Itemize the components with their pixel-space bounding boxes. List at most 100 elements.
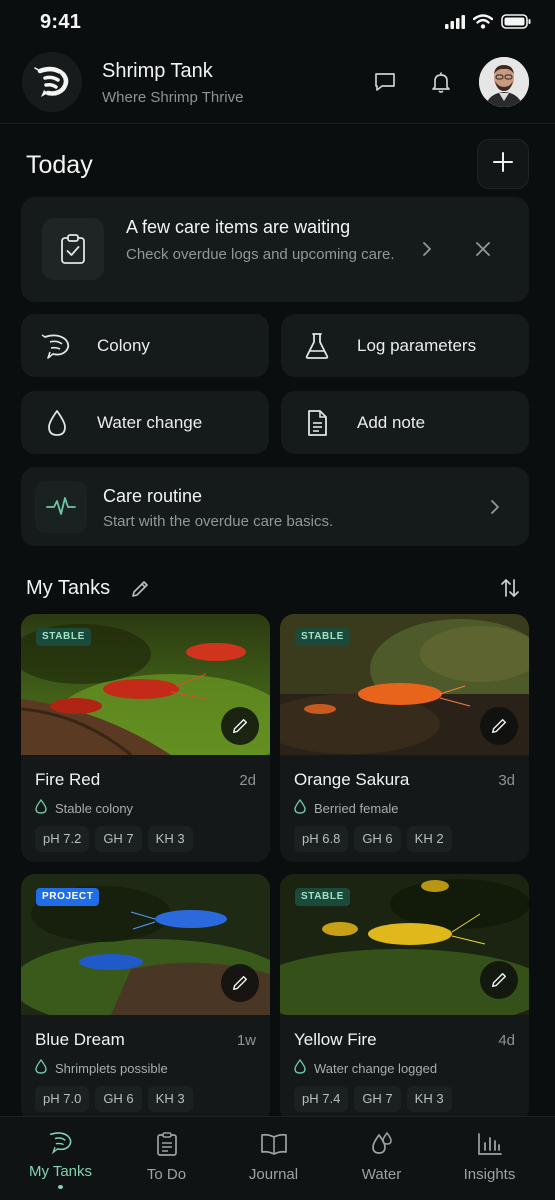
- tank-card-yellow-fire[interactable]: STABLE Yellow Fire 4d Water change logge…: [280, 874, 529, 1122]
- action-label: Add note: [357, 413, 426, 432]
- clipboard-icon: [152, 1129, 182, 1159]
- action-label: Log parameters: [357, 336, 477, 355]
- book-icon: [259, 1129, 289, 1159]
- add-button[interactable]: [477, 139, 529, 189]
- action-add-note[interactable]: Add note: [281, 391, 529, 454]
- app-screen: 9:41 Shrimp Tank Where Shrimp Thrive Tod…: [0, 0, 555, 1200]
- nav-label: Journal: [248, 1166, 299, 1183]
- pencil-icon[interactable]: [480, 961, 518, 999]
- today-title: Today: [26, 151, 93, 179]
- tank-status: Berried female: [294, 798, 399, 817]
- tank-photo: PROJECT: [21, 874, 270, 1015]
- param-chip: GH 7: [354, 1086, 401, 1112]
- chevron-right-icon[interactable]: [417, 237, 437, 261]
- app-header: Shrimp Tank Where Shrimp Thrive: [0, 50, 555, 124]
- tank-name: Yellow Fire: [294, 1030, 377, 1049]
- tank-name: Orange Sakura: [294, 770, 410, 789]
- care-routine-card[interactable]: Care routine Start with the overdue care…: [21, 467, 529, 546]
- param-chip: pH 7.0: [35, 1086, 90, 1112]
- app-subtitle: Where Shrimp Thrive: [102, 89, 244, 106]
- plus-icon: [492, 151, 514, 178]
- bar-chart-icon: [475, 1129, 505, 1159]
- tank-photo: STABLE: [280, 874, 529, 1015]
- tank-status-text: Berried female: [314, 800, 399, 816]
- status-time: 9:41: [40, 11, 82, 33]
- tank-age: 1w: [236, 1032, 256, 1049]
- param-chip: GH 7: [95, 826, 142, 852]
- tank-photo: STABLE: [280, 614, 529, 755]
- tank-status: Stable colony: [35, 798, 134, 817]
- action-colony[interactable]: Colony: [21, 314, 269, 377]
- param-chip: KH 3: [147, 826, 193, 852]
- routine-title: Care routine: [103, 486, 203, 506]
- tank-status-text: Water change logged: [314, 1060, 438, 1076]
- bell-icon[interactable]: [425, 66, 457, 98]
- droplets-icon: [367, 1129, 397, 1159]
- tank-photo: STABLE: [21, 614, 270, 755]
- tank-params: pH 6.8 GH 6 KH 2: [294, 826, 452, 852]
- close-icon[interactable]: [471, 237, 495, 261]
- status-badge: STABLE: [36, 628, 91, 646]
- pencil-icon[interactable]: [128, 577, 152, 601]
- care-alert-card[interactable]: A few care items are waiting Check overd…: [21, 197, 529, 302]
- param-chip: GH 6: [95, 1086, 142, 1112]
- shrimp-icon: [46, 1129, 76, 1156]
- alert-text: Check overdue logs and upcoming care.: [126, 246, 395, 263]
- status-bar: 9:41: [0, 0, 555, 46]
- alert-title: A few care items are waiting: [126, 217, 351, 237]
- action-label: Water change: [97, 413, 203, 432]
- tank-status: Shrimplets possible: [35, 1058, 168, 1077]
- tank-card-blue-dream[interactable]: PROJECT Blue Dream 1w Shrimplets possibl…: [21, 874, 270, 1122]
- droplet-icon: [294, 798, 306, 817]
- status-badge: PROJECT: [36, 888, 100, 906]
- param-chip: KH 2: [406, 826, 452, 852]
- document-icon: [301, 407, 333, 439]
- nav-to-do[interactable]: To Do: [111, 1129, 222, 1189]
- param-chip: pH 7.2: [35, 826, 90, 852]
- signal-icon: [445, 14, 465, 29]
- bottom-nav: My Tanks To Do Journal Water Insights: [0, 1116, 555, 1200]
- action-water-change[interactable]: Water change: [21, 391, 269, 454]
- tank-status-text: Stable colony: [55, 800, 134, 816]
- tank-name: Blue Dream: [35, 1030, 125, 1049]
- user-avatar[interactable]: [479, 57, 529, 107]
- tank-name: Fire Red: [35, 770, 101, 789]
- active-indicator: [58, 1184, 63, 1189]
- pulse-icon: [35, 481, 87, 533]
- nav-label: Insights: [463, 1166, 516, 1183]
- action-log-parameters[interactable]: Log parameters: [281, 314, 529, 377]
- shrimp-logo-icon[interactable]: [22, 52, 82, 112]
- nav-my-tanks[interactable]: My Tanks: [5, 1129, 116, 1189]
- tank-status: Water change logged: [294, 1058, 438, 1077]
- tank-status-text: Shrimplets possible: [55, 1060, 168, 1076]
- flask-icon: [301, 330, 333, 362]
- my-tanks-title: My Tanks: [26, 577, 111, 599]
- battery-icon: [501, 14, 531, 29]
- tank-age: 4d: [498, 1032, 515, 1049]
- droplet-icon: [35, 1058, 47, 1077]
- status-icons: [445, 14, 531, 29]
- nav-journal[interactable]: Journal: [218, 1129, 329, 1189]
- param-chip: GH 6: [354, 826, 401, 852]
- tank-card-orange-sakura[interactable]: STABLE Orange Sakura 3d Berried female p…: [280, 614, 529, 862]
- param-chip: KH 3: [406, 1086, 452, 1112]
- droplet-icon: [35, 798, 47, 817]
- nav-water[interactable]: Water: [326, 1129, 437, 1189]
- routine-text: Start with the overdue care basics.: [103, 513, 334, 530]
- tank-age: 2d: [239, 772, 256, 789]
- param-chip: pH 6.8: [294, 826, 349, 852]
- nav-insights[interactable]: Insights: [434, 1129, 545, 1189]
- pencil-icon[interactable]: [221, 964, 259, 1002]
- pencil-icon[interactable]: [221, 707, 259, 745]
- tank-params: pH 7.0 GH 6 KH 3: [35, 1086, 193, 1112]
- droplet-icon: [41, 407, 73, 439]
- nav-label: My Tanks: [28, 1162, 93, 1180]
- param-chip: pH 7.4: [294, 1086, 349, 1112]
- sort-icon[interactable]: [497, 575, 523, 601]
- chat-icon[interactable]: [369, 66, 401, 98]
- pencil-icon[interactable]: [480, 707, 518, 745]
- chevron-right-icon: [485, 495, 505, 519]
- app-title: Shrimp Tank: [102, 60, 213, 82]
- wifi-icon: [473, 14, 493, 29]
- tank-card-fire-red[interactable]: STABLE Fire Red 2d Stable colony pH 7.2 …: [21, 614, 270, 862]
